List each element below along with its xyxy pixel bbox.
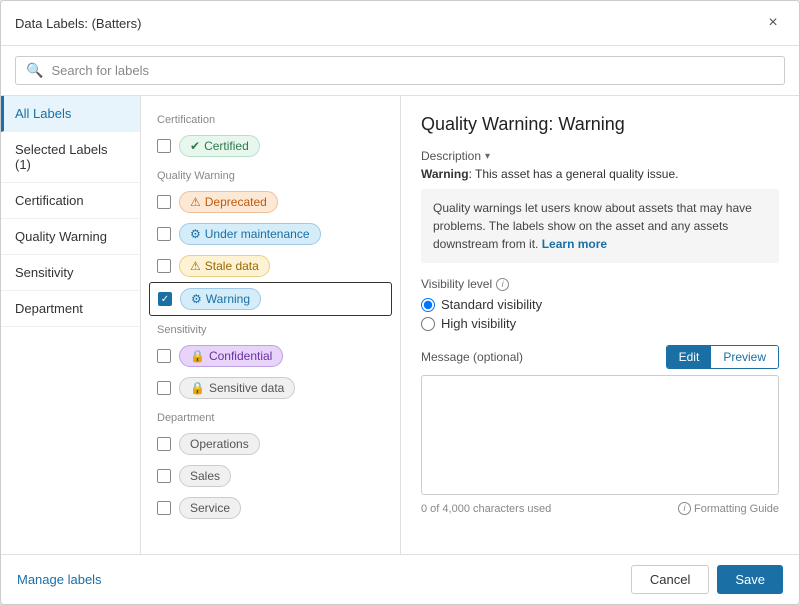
sidebar-item-department[interactable]: Department: [1, 291, 140, 327]
tab-edit[interactable]: Edit: [667, 346, 712, 368]
badge-operations: Operations: [179, 433, 260, 455]
sidebar: All Labels Selected Labels (1) Certifica…: [1, 96, 141, 554]
list-item[interactable]: Sales: [141, 460, 400, 492]
radio-standard-input[interactable]: [421, 298, 435, 312]
chevron-down-icon: ▾: [485, 151, 490, 162]
radio-high-label: High visibility: [441, 316, 516, 331]
list-item[interactable]: ⚙ Under maintenance: [141, 218, 400, 250]
detail-warning-text: Warning: This asset has a general qualit…: [421, 167, 779, 181]
description-label: Description: [421, 149, 481, 163]
dialog-title: Data Labels: (Batters): [15, 16, 141, 31]
radio-standard-label: Standard visibility: [441, 297, 542, 312]
close-button[interactable]: ×: [761, 11, 785, 35]
save-button[interactable]: Save: [717, 565, 783, 594]
list-item[interactable]: ⚠ Stale data: [141, 250, 400, 282]
dialog-container: Data Labels: (Batters) × 🔍 All Labels Se…: [0, 0, 800, 605]
dialog-header: Data Labels: (Batters) ×: [1, 1, 799, 46]
visibility-label-text: Visibility level: [421, 277, 492, 291]
info-icon: i: [496, 278, 509, 291]
certified-icon: ✔: [190, 139, 200, 153]
list-item[interactable]: Service: [141, 492, 400, 524]
visibility-label: Visibility level i: [421, 277, 779, 291]
visibility-section: Visibility level i Standard visibility H…: [421, 277, 779, 331]
dialog-footer: Manage labels Cancel Save: [1, 554, 799, 604]
sensitive-icon: 🔒: [190, 381, 205, 395]
radio-standard[interactable]: Standard visibility: [421, 297, 779, 312]
formatting-guide-label: Formatting Guide: [694, 503, 779, 515]
group-title-certification: Certification: [141, 106, 400, 130]
checkbox-sensitive[interactable]: [157, 381, 171, 395]
badge-confid: 🔒 Confidential: [179, 345, 283, 367]
manage-labels-link[interactable]: Manage labels: [17, 572, 102, 587]
tab-group: Edit Preview: [666, 345, 779, 369]
checkbox-stale-data[interactable]: [157, 259, 171, 273]
checkbox-operations[interactable]: [157, 437, 171, 451]
checkbox-service[interactable]: [157, 501, 171, 515]
sidebar-item-certification[interactable]: Certification: [1, 183, 140, 219]
sidebar-item-selected-labels[interactable]: Selected Labels (1): [1, 132, 140, 183]
group-title-department: Department: [141, 404, 400, 428]
checkbox-deprecated[interactable]: [157, 195, 171, 209]
tab-preview[interactable]: Preview: [711, 346, 778, 368]
warning-prefix: Warning: [421, 167, 469, 181]
group-title-sensitivity: Sensitivity: [141, 316, 400, 340]
confid-icon: 🔒: [190, 349, 205, 363]
message-footer: 0 of 4,000 characters used i Formatting …: [421, 502, 779, 515]
sidebar-item-sensitivity[interactable]: Sensitivity: [1, 255, 140, 291]
checkbox-warning[interactable]: ✓: [158, 292, 172, 306]
list-item[interactable]: 🔒 Sensitive data: [141, 372, 400, 404]
checkbox-sales[interactable]: [157, 469, 171, 483]
badge-certified: ✔ Certified: [179, 135, 260, 157]
radio-high[interactable]: High visibility: [421, 316, 779, 331]
message-section: Message (optional) Edit Preview 0 of 4,0…: [421, 345, 779, 515]
badge-sensitive: 🔒 Sensitive data: [179, 377, 295, 399]
maintenance-icon: ⚙: [190, 227, 201, 241]
badge-under-maintenance: ⚙ Under maintenance: [179, 223, 321, 245]
checkbox-certified[interactable]: [157, 139, 171, 153]
deprecated-icon: ⚠: [190, 195, 201, 209]
message-header: Message (optional) Edit Preview: [421, 345, 779, 369]
list-item-warning[interactable]: ✓ ⚙ Warning: [149, 282, 392, 316]
search-icon: 🔍: [26, 62, 43, 79]
sidebar-item-quality-warning[interactable]: Quality Warning: [1, 219, 140, 255]
search-input-wrap: 🔍: [15, 56, 785, 85]
list-item[interactable]: 🔒 Confidential: [141, 340, 400, 372]
description-section: Description ▾ Warning: This asset has a …: [421, 149, 779, 263]
sidebar-item-all-labels[interactable]: All Labels: [1, 96, 140, 132]
char-count: 0 of 4,000 characters used: [421, 503, 551, 515]
search-bar: 🔍: [1, 46, 799, 96]
detail-pane: Quality Warning: Warning Description ▾ W…: [401, 96, 799, 554]
group-title-quality-warning: Quality Warning: [141, 162, 400, 186]
badge-warning: ⚙ Warning: [180, 288, 261, 310]
badge-sales: Sales: [179, 465, 231, 487]
footer-buttons: Cancel Save: [631, 565, 783, 594]
formatting-guide-link[interactable]: i Formatting Guide: [678, 502, 779, 515]
message-textarea[interactable]: [421, 375, 779, 495]
detail-title: Quality Warning: Warning: [421, 114, 779, 135]
radio-high-input[interactable]: [421, 317, 435, 331]
checkbox-under-maintenance[interactable]: [157, 227, 171, 241]
list-item[interactable]: ⚠ Deprecated: [141, 186, 400, 218]
cancel-button[interactable]: Cancel: [631, 565, 709, 594]
learn-more-link[interactable]: Learn more: [542, 237, 607, 251]
warning-body: : This asset has a general quality issue…: [469, 167, 679, 181]
label-list: Certification ✔ Certified Quality Warnin…: [141, 96, 401, 554]
stale-icon: ⚠: [190, 259, 201, 273]
badge-deprecated: ⚠ Deprecated: [179, 191, 278, 213]
checkbox-confid[interactable]: [157, 349, 171, 363]
description-header[interactable]: Description ▾: [421, 149, 779, 163]
badge-service: Service: [179, 497, 241, 519]
badge-stale-data: ⚠ Stale data: [179, 255, 270, 277]
search-input[interactable]: [51, 63, 774, 78]
warning-icon: ⚙: [191, 292, 202, 306]
message-label: Message (optional): [421, 350, 523, 364]
list-item[interactable]: Operations: [141, 428, 400, 460]
list-item[interactable]: ✔ Certified: [141, 130, 400, 162]
body: All Labels Selected Labels (1) Certifica…: [1, 96, 799, 554]
formatting-info-icon: i: [678, 502, 691, 515]
visibility-radio-group: Standard visibility High visibility: [421, 297, 779, 331]
info-box: Quality warnings let users know about as…: [421, 189, 779, 263]
